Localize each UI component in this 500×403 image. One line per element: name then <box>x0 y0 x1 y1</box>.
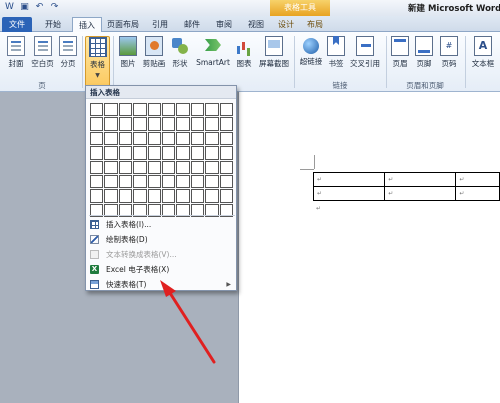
arrow-head <box>160 280 176 297</box>
arrow-shaft <box>168 291 216 364</box>
annotation-arrow <box>160 280 216 364</box>
